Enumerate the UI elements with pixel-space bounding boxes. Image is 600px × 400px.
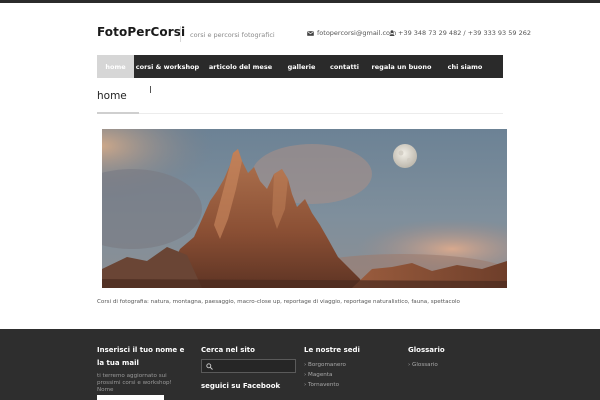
site-tagline: corsi e percorsi fotografici (190, 31, 275, 39)
nav-articolo-del-mese-label: articolo del mese (208, 62, 273, 71)
nav-gallerie[interactable]: gallerie (280, 55, 323, 78)
newsletter-name-input[interactable] (97, 395, 164, 400)
hero-image (102, 129, 507, 288)
mountain-landscape-image (102, 129, 507, 288)
envelope-icon (307, 30, 314, 36)
newsletter-heading: Inserisci il tuo nome e la tua mail (97, 346, 185, 367)
glossary-link[interactable]: › Glossario (408, 360, 498, 370)
contact-phone: +39 348 73 29 482 / +39 333 93 59 262 (389, 29, 531, 37)
location-label: Magenta (308, 372, 333, 378)
title-divider-line (97, 113, 503, 114)
contact-email[interactable]: fotopercorsi@gmail.com (307, 29, 396, 37)
locations-heading: Le nostre sedi (304, 346, 360, 354)
page-title: home (97, 90, 127, 102)
user-icon (389, 30, 395, 36)
location-label: Tornavento (308, 382, 339, 388)
location-link[interactable]: › Tornavento (304, 380, 394, 390)
hero-caption: Corsi di fotografia: natura, montagna, p… (97, 299, 460, 305)
glossary-link-label: Glossario (412, 362, 438, 368)
footer-locations: Le nostre sedi › Borgomanero › Magenta ›… (304, 344, 394, 390)
site-title[interactable]: FotoPerCorsi (97, 25, 185, 39)
facebook-heading: seguici su Facebook (201, 382, 281, 390)
nav-articolo-del-mese[interactable]: articolo del mese (201, 55, 280, 78)
nav-contatti-label: contatti (330, 62, 359, 71)
footer-search: Cerca nel sito (201, 344, 296, 357)
title-underline (97, 112, 139, 114)
nav-regala-un-buono[interactable]: regala un buono (366, 55, 437, 78)
footer-glossary: Glossario › Glossario (408, 344, 498, 370)
nav-corsi-workshop-label: corsi & workshop (135, 62, 200, 71)
nav-chi-siamo-label: chi siamo (447, 62, 483, 71)
footer (0, 329, 600, 400)
location-link[interactable]: › Borgomanero (304, 360, 394, 370)
glossary-heading: Glossario (408, 346, 445, 354)
nav-corsi-workshop[interactable]: corsi & workshop (134, 55, 201, 78)
main-nav: home corsi & workshop articolo del mese … (97, 55, 503, 78)
nav-home[interactable]: home (97, 55, 134, 78)
top-bar (0, 0, 600, 3)
nav-chi-siamo[interactable]: chi siamo (437, 55, 493, 78)
title-divider (180, 26, 181, 42)
search-heading: Cerca nel sito (201, 346, 255, 354)
location-link[interactable]: › Magenta (304, 370, 394, 380)
search-input[interactable] (201, 359, 296, 373)
newsletter-name-label: Nome (97, 387, 114, 393)
nav-gallerie-label: gallerie (287, 62, 316, 71)
nav-home-label: home (105, 62, 126, 71)
footer-newsletter: Inserisci il tuo nome e la tua mail ti t… (97, 344, 187, 394)
location-label: Borgomanero (308, 362, 346, 368)
text-cursor (150, 86, 151, 93)
contact-email-text: fotopercorsi@gmail.com (317, 29, 397, 37)
newsletter-text: ti terremo aggiornato sui prossimi corsi… (97, 373, 172, 386)
contact-phone-text: +39 348 73 29 482 / +39 333 93 59 262 (398, 29, 531, 37)
nav-contatti[interactable]: contatti (323, 55, 366, 78)
search-icon (206, 363, 213, 370)
nav-regala-un-buono-label: regala un buono (371, 62, 432, 71)
